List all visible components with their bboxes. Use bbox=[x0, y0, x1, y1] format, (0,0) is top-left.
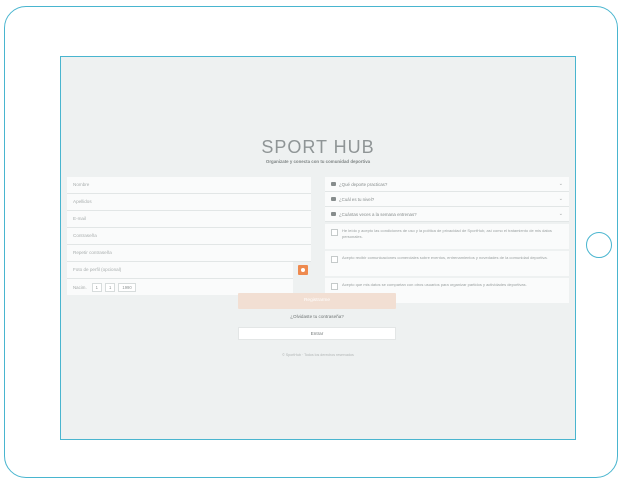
login-button[interactable]: Entrar bbox=[238, 327, 396, 340]
birth-day-select[interactable]: 1 bbox=[91, 282, 103, 292]
terms-text: He leído y acepto las condiciones de uso… bbox=[342, 228, 552, 239]
chevron-down-icon: ⌄ bbox=[558, 181, 563, 187]
preferences-form: ¿Qué deporte practicas? ⌄ ¿Cuál es tu ni… bbox=[325, 177, 569, 303]
chevron-down-icon: ⌄ bbox=[558, 196, 563, 202]
registration-form: Nombre Apellidos E-mail Contraseña Repet… bbox=[67, 177, 311, 295]
birthdate-label: Nacim. bbox=[73, 284, 87, 290]
sport-icon bbox=[331, 182, 336, 186]
level-select-label: ¿Cuál es tu nivel? bbox=[339, 196, 375, 202]
level-icon bbox=[331, 197, 336, 201]
app-screen: SPORT HUB Organizate y conecta con tu co… bbox=[60, 56, 576, 440]
app-tagline: Organizate y conecta con tu comunidad de… bbox=[265, 159, 371, 164]
last-name-field[interactable]: Apellidos bbox=[67, 194, 311, 211]
first-name-field[interactable]: Nombre bbox=[67, 177, 311, 194]
birth-month-select[interactable]: 1 bbox=[105, 282, 116, 292]
terms-checkbox-row: He leído y acepto las condiciones de uso… bbox=[325, 224, 569, 249]
marketing-text: Acepto recibir comunicaciones comerciale… bbox=[342, 255, 548, 260]
marketing-checkbox-row: Acepto recibir comunicaciones comerciale… bbox=[325, 251, 569, 276]
register-button[interactable]: Registrarme bbox=[238, 293, 396, 309]
upload-photo-icon[interactable] bbox=[298, 265, 308, 275]
frequency-select[interactable]: ¿Cuántas veces a la semana entrenas? ⌄ bbox=[325, 207, 569, 222]
sport-select[interactable]: ¿Qué deporte practicas? ⌄ bbox=[325, 177, 569, 192]
home-button[interactable] bbox=[586, 232, 612, 258]
birth-year-select[interactable]: 1990 bbox=[118, 282, 136, 292]
chevron-down-icon: ⌄ bbox=[558, 211, 563, 217]
calendar-icon bbox=[331, 212, 336, 216]
forgot-password-link[interactable]: ¿Olvidaste tu contraseña? bbox=[238, 314, 396, 319]
photo-field[interactable]: Foto de perfil (opcional) bbox=[67, 262, 293, 279]
app-logo: SPORT HUB bbox=[261, 137, 375, 157]
confirm-password-field[interactable]: Repetir contraseña bbox=[67, 245, 311, 262]
sport-select-label: ¿Qué deporte practicas? bbox=[339, 181, 388, 187]
footer-text: © SportHub · Todos los derechos reservad… bbox=[282, 353, 354, 357]
marketing-checkbox[interactable] bbox=[331, 256, 338, 263]
email-field[interactable]: E-mail bbox=[67, 211, 311, 228]
terms-checkbox[interactable] bbox=[331, 229, 338, 236]
photo-row: Foto de perfil (opcional) bbox=[67, 262, 311, 279]
level-select[interactable]: ¿Cuál es tu nivel? ⌄ bbox=[325, 192, 569, 207]
sharing-checkbox[interactable] bbox=[331, 283, 338, 290]
frequency-select-label: ¿Cuántas veces a la semana entrenas? bbox=[339, 211, 417, 217]
password-field[interactable]: Contraseña bbox=[67, 228, 311, 245]
